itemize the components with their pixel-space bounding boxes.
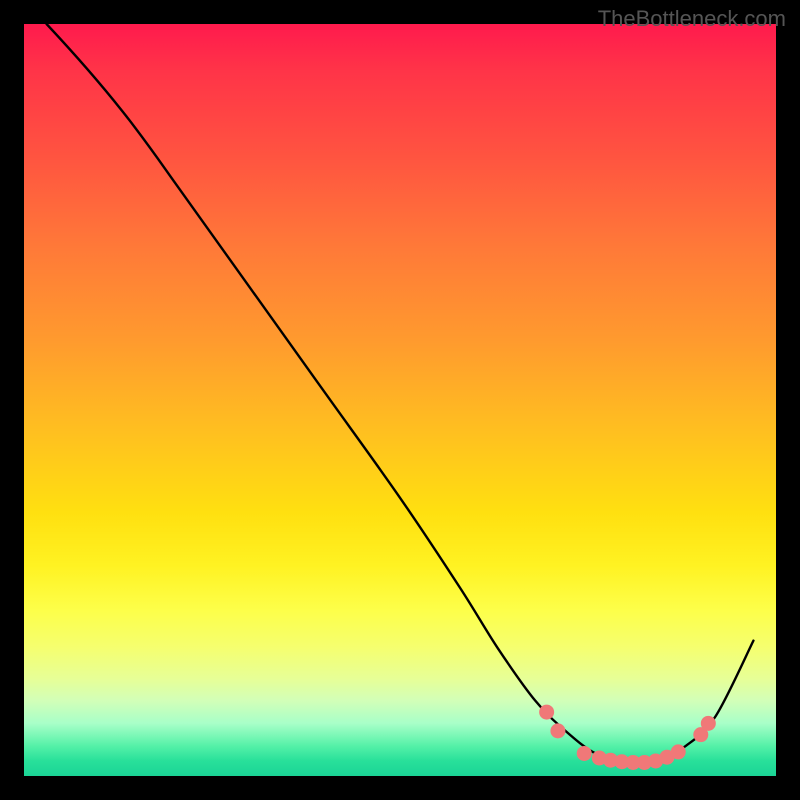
watermark-text: TheBottleneck.com [598,6,786,32]
data-marker [550,723,565,738]
chart-plot-area [24,24,776,776]
data-marker [701,716,716,731]
marker-group [539,705,716,770]
data-marker [671,744,686,759]
chart-markers-layer [24,24,776,776]
data-marker [577,746,592,761]
data-marker [539,705,554,720]
